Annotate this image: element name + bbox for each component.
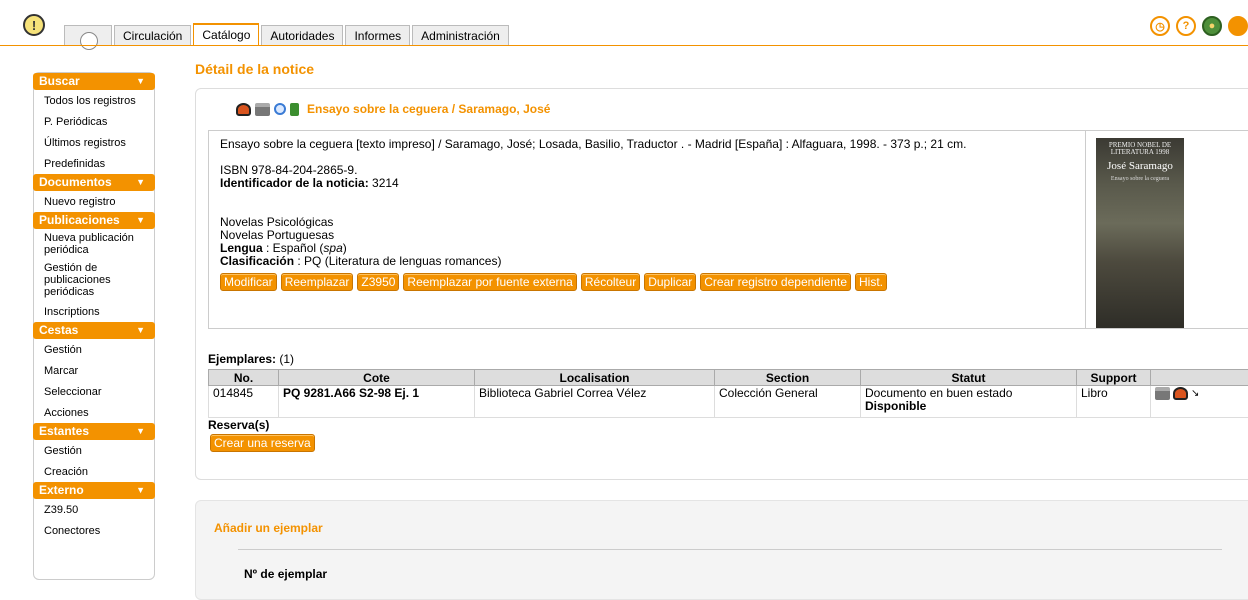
cell-no: 014845 (209, 386, 279, 418)
caret-down-icon: ▼ (136, 73, 145, 90)
sidebar-head-externo[interactable]: Externo▼ (33, 482, 155, 499)
notice-panel: Ensayo sobre la ceguera / Saramago, José… (195, 88, 1248, 480)
home-icon (80, 32, 98, 50)
tabs-divider (0, 45, 1248, 46)
subject-2[interactable]: Novelas Portuguesas (220, 229, 1074, 242)
cover-box: PREMIO NOBEL DE LITERATURA 1998 José Sar… (1085, 130, 1248, 329)
col-statut: Statut (861, 370, 1077, 386)
col-support: Support (1077, 370, 1151, 386)
magnifier-icon[interactable] (274, 103, 286, 115)
notice-header: Ensayo sobre la ceguera / Saramago, José (236, 102, 550, 116)
arrow-icon[interactable]: ↘ (1191, 387, 1199, 400)
sidebar-item-z3950[interactable]: Z39.50 (34, 499, 154, 520)
isbd-box: Ensayo sobre la ceguera [texto impreso] … (208, 130, 1086, 329)
main-tabs: Circulación Catálogo Autoridades Informe… (64, 24, 511, 46)
crear-reserva-button[interactable]: Crear una reserva (210, 434, 315, 452)
alert-icon[interactable]: ! (23, 14, 45, 36)
classification: Clasificación : PQ (Literatura de lengua… (220, 255, 1074, 268)
printer-icon[interactable] (1155, 387, 1170, 400)
sidebar-item-ultimos-registros[interactable]: Últimos registros (34, 132, 154, 153)
clock-icon[interactable]: ◷ (1150, 16, 1170, 36)
book-cover[interactable]: PREMIO NOBEL DE LITERATURA 1998 José Sar… (1096, 138, 1184, 328)
sidebar-item-nuevo-registro[interactable]: Nuevo registro (34, 191, 154, 212)
cell-section: Colección General (715, 386, 861, 418)
help-icon[interactable]: ? (1176, 16, 1196, 36)
sidebar-item-inscriptions[interactable]: Inscriptions (34, 301, 154, 322)
sidebar-head-cestas[interactable]: Cestas▼ (33, 322, 155, 339)
logout-icon[interactable] (1228, 16, 1248, 36)
isbd-text: Ensayo sobre la ceguera [texto impreso] … (220, 138, 1074, 151)
ejemplares-label: Ejemplares: (1) (208, 352, 294, 366)
modificar-button[interactable]: Modificar (220, 273, 277, 291)
tab-autoridades[interactable]: Autoridades (261, 25, 343, 46)
sidebar-item-conectores[interactable]: Conectores (34, 520, 154, 541)
tab-catalogo[interactable]: Catálogo (193, 23, 259, 46)
globe-icon[interactable]: ● (1202, 16, 1222, 36)
sidebar-item-gestion-publicaciones[interactable]: Gestión de publicaciones periódicas (34, 259, 154, 301)
notice-id: Identificador de la noticia: 3214 (220, 177, 1074, 190)
add-ejemplar-title: Añadir un ejemplar (214, 521, 323, 535)
tab-informes[interactable]: Informes (345, 25, 410, 46)
cell-support: Libro (1077, 386, 1151, 418)
subject-1[interactable]: Novelas Psicológicas (220, 216, 1074, 229)
sidebar-item-predefinidas[interactable]: Predefinidas (34, 153, 154, 174)
notice-title[interactable]: Ensayo sobre la ceguera / Saramago, José (307, 102, 550, 116)
cell-localisation: Biblioteca Gabriel Correa Vélez (475, 386, 715, 418)
table-row: 014845 PQ 9281.A66 S2-98 Ej. 1 Bibliotec… (209, 386, 1248, 418)
sidebar-head-publicaciones[interactable]: Publicaciones▼ (33, 212, 155, 229)
sidebar-item-todos-registros[interactable]: Todos los registros (34, 90, 154, 111)
col-localisation: Localisation (475, 370, 715, 386)
duplicar-button[interactable]: Duplicar (644, 273, 696, 291)
z3950-button[interactable]: Z3950 (357, 273, 399, 291)
sidebar-item-nueva-publicacion[interactable]: Nueva publicación periódica (34, 229, 154, 259)
sidebar-item-acciones[interactable]: Acciones (34, 402, 154, 423)
cell-actions: ↘ (1151, 386, 1248, 418)
book-icon (290, 103, 299, 116)
top-icons: ◷ ? ● (1150, 16, 1248, 36)
reemplazar-button[interactable]: Reemplazar (281, 273, 354, 291)
cell-statut: Documento en buen estadoDisponible (861, 386, 1077, 418)
tab-administracion[interactable]: Administración (412, 25, 509, 46)
basket-icon[interactable] (1173, 387, 1188, 400)
reserva-label: Reserva(s) (208, 418, 269, 432)
crear-registro-dependiente-button[interactable]: Crear registro dependiente (700, 273, 851, 291)
caret-down-icon: ▼ (136, 423, 145, 440)
n-ejemplar-label: Nº de ejemplar (244, 567, 327, 581)
recolteur-button[interactable]: Récolteur (581, 273, 640, 291)
ejemplares-table: No. Cote Localisation Section Statut Sup… (208, 369, 1248, 418)
tab-circulacion[interactable]: Circulación (114, 25, 191, 46)
sidebar-item-seleccionar[interactable]: Seleccionar (34, 381, 154, 402)
sidebar-item-p-periodicas[interactable]: P. Periódicas (34, 111, 154, 132)
page-title: Détail de la notice (195, 61, 314, 77)
col-actions (1151, 370, 1248, 386)
caret-down-icon: ▼ (136, 212, 145, 229)
col-no: No. (209, 370, 279, 386)
caret-down-icon: ▼ (136, 174, 145, 191)
sidebar: Buscar▼ Todos los registros P. Periódica… (33, 72, 155, 580)
cell-cote[interactable]: PQ 9281.A66 S2-98 Ej. 1 (279, 386, 475, 418)
sidebar-head-buscar[interactable]: Buscar▼ (33, 73, 155, 90)
sidebar-item-marcar[interactable]: Marcar (34, 360, 154, 381)
caret-down-icon: ▼ (136, 322, 145, 339)
sidebar-item-estantes-gestion[interactable]: Gestión (34, 440, 154, 461)
col-section: Section (715, 370, 861, 386)
tab-home[interactable] (64, 25, 112, 46)
sidebar-head-estantes[interactable]: Estantes▼ (33, 423, 155, 440)
reemplazar-fuente-externa-button[interactable]: Reemplazar por fuente externa (403, 273, 576, 291)
add-ejemplar-panel: Añadir un ejemplar Nº de ejemplar (195, 500, 1248, 600)
caret-down-icon: ▼ (136, 482, 145, 499)
col-cote: Cote (279, 370, 475, 386)
divider (238, 549, 1222, 550)
action-buttons: Modificar Reemplazar Z3950 Reemplazar po… (220, 273, 1074, 291)
hist-button[interactable]: Hist. (855, 273, 887, 291)
sidebar-item-cestas-gestion[interactable]: Gestión (34, 339, 154, 360)
basket-icon[interactable] (236, 103, 251, 116)
printer-icon[interactable] (255, 103, 270, 116)
sidebar-item-creacion[interactable]: Creación (34, 461, 154, 482)
sidebar-head-documentos[interactable]: Documentos▼ (33, 174, 155, 191)
